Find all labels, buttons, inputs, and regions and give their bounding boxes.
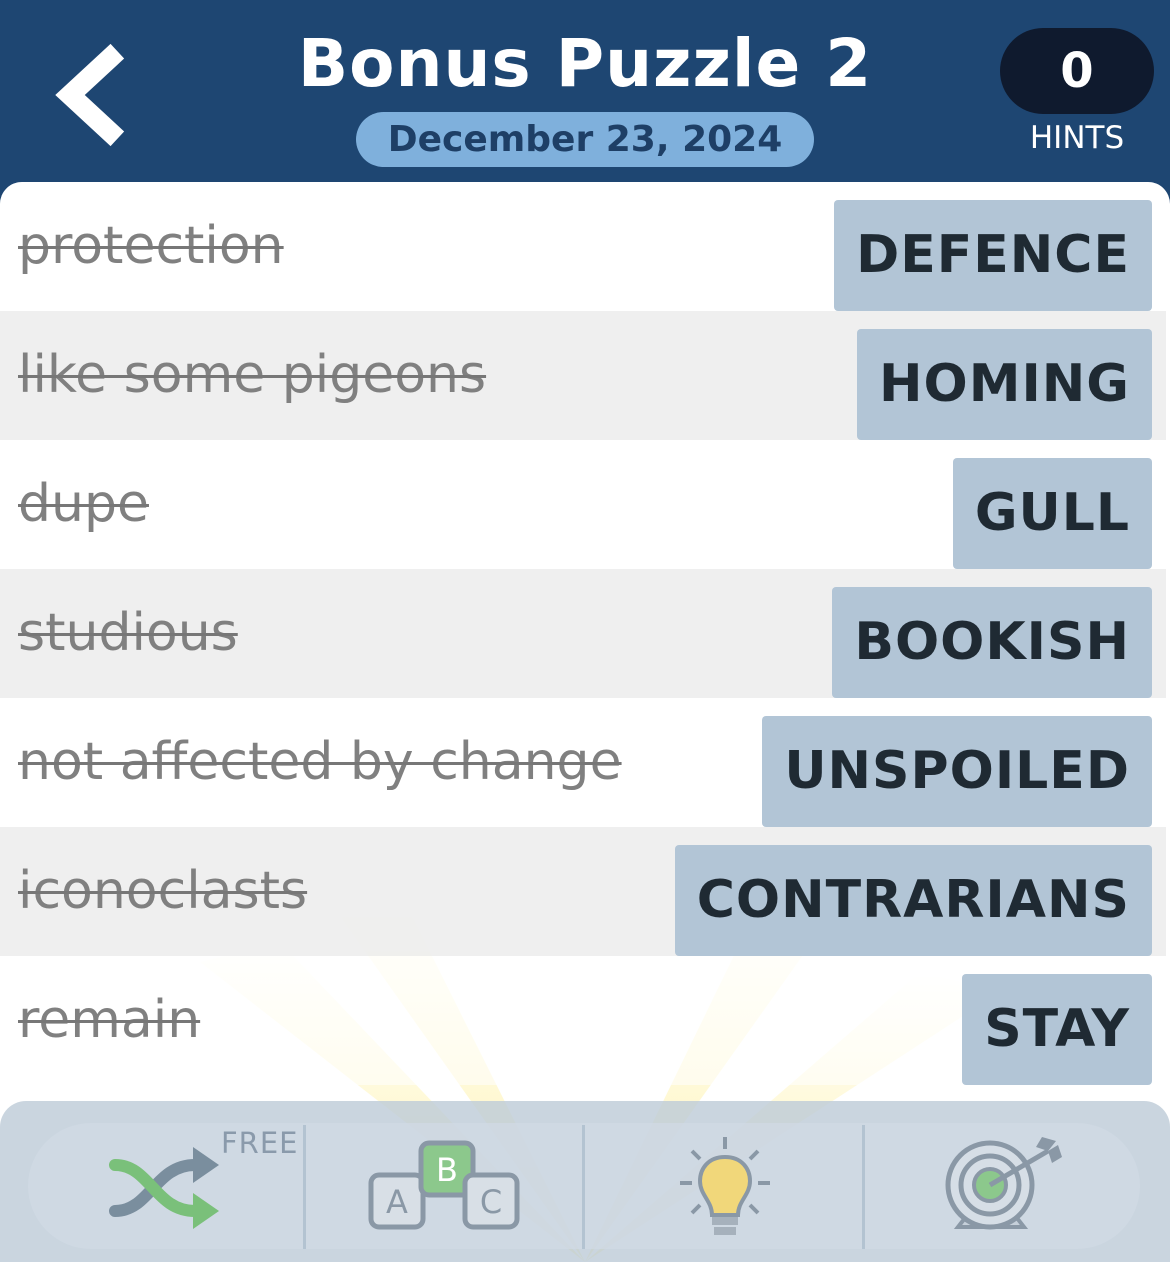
lightbulb-icon xyxy=(680,1137,770,1235)
clue-row-3[interactable]: dupe GULL xyxy=(0,440,1166,569)
answer-tile[interactable]: HOMING xyxy=(856,329,1152,440)
clue-text: remain xyxy=(18,990,201,1050)
clue-text: protection xyxy=(18,216,284,276)
reveal-letter-button[interactable]: A B C xyxy=(365,1123,525,1249)
clue-row-4[interactable]: studious BOOKISH xyxy=(0,569,1166,698)
abc-blocks-icon: A B C xyxy=(368,1140,520,1230)
clue-text: like some pigeons xyxy=(18,345,487,405)
date-badge: December 23, 2024 xyxy=(356,112,814,167)
puzzle-board: protection DEFENCE like some pigeons HOM… xyxy=(0,182,1170,1262)
answer-tile[interactable]: STAY xyxy=(962,974,1152,1085)
free-label: FREE xyxy=(221,1126,299,1160)
page-title: Bonus Puzzle 2 xyxy=(297,25,873,102)
answer-tile[interactable]: GULL xyxy=(952,458,1152,569)
answer-tile[interactable]: DEFENCE xyxy=(834,200,1152,311)
hints-count-badge[interactable]: 0 xyxy=(1000,28,1154,114)
header: Bonus Puzzle 2 December 23, 2024 0 HINTS xyxy=(0,0,1170,200)
target-button[interactable] xyxy=(940,1123,1070,1249)
clue-row-6[interactable]: iconoclasts CONTRARIANS xyxy=(0,827,1166,956)
answer-tile[interactable]: CONTRARIANS xyxy=(674,845,1152,956)
clue-text: dupe xyxy=(18,474,149,534)
shuffle-button[interactable] xyxy=(95,1123,235,1249)
block-letter-a: A xyxy=(386,1183,408,1221)
clue-row-2[interactable]: like some pigeons HOMING xyxy=(0,311,1166,440)
toolbar-divider xyxy=(303,1125,306,1249)
clue-text: not affected by change xyxy=(18,732,622,792)
clue-row-7[interactable]: remain STAY xyxy=(0,956,1166,1085)
clue-text: iconoclasts xyxy=(18,861,308,921)
target-icon xyxy=(945,1137,1062,1230)
block-letter-c: C xyxy=(480,1183,502,1221)
clue-row-5[interactable]: not affected by change UNSPOILED xyxy=(0,698,1166,827)
toolbar-divider xyxy=(582,1125,585,1249)
hint-button[interactable] xyxy=(670,1123,780,1249)
shuffle-icon xyxy=(109,1147,219,1229)
clue-row-1[interactable]: protection DEFENCE xyxy=(0,182,1166,311)
hints-label: HINTS xyxy=(1029,120,1125,156)
answer-tile[interactable]: BOOKISH xyxy=(832,587,1152,698)
hint-toolbar: A B C xyxy=(0,1101,1170,1262)
block-letter-b: B xyxy=(436,1151,458,1189)
answer-tile[interactable]: UNSPOILED xyxy=(762,716,1152,827)
toolbar-divider xyxy=(862,1125,865,1249)
clue-text: studious xyxy=(18,603,238,663)
